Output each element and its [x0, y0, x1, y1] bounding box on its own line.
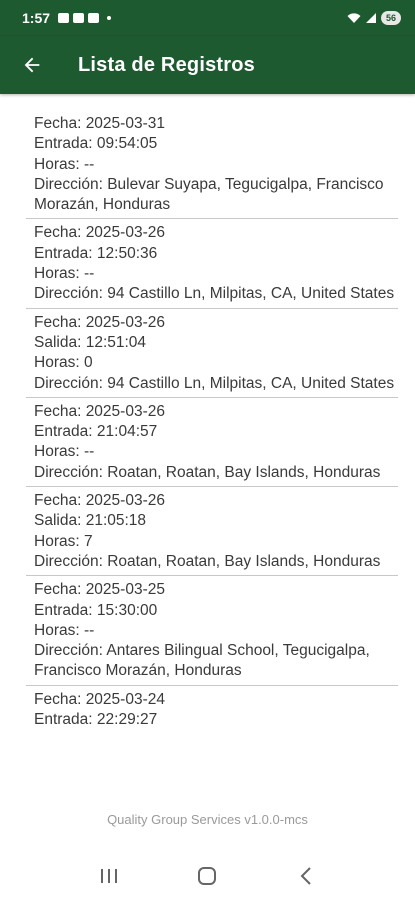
record-event: Entrada: 12:50:36: [34, 244, 158, 262]
record-list[interactable]: Fecha: 2025-03-31 Entrada: 09:54:05 Hora…: [26, 110, 398, 733]
chevron-left-icon: [300, 867, 311, 885]
nav-home-button[interactable]: [187, 856, 227, 896]
recents-icon: [101, 869, 118, 883]
record-date: Fecha: 2025-03-26: [34, 402, 165, 420]
record-hours: Horas: --: [34, 621, 95, 639]
record-event: Entrada: 22:29:27: [34, 711, 158, 729]
page-title: Lista de Registros: [78, 53, 255, 76]
status-bar: 1:57 56: [0, 0, 415, 36]
nav-back-button[interactable]: [286, 856, 326, 896]
record-event: Entrada: 21:04:57: [34, 423, 158, 441]
signal-icon: [365, 13, 376, 23]
list-item[interactable]: Fecha: 2025-03-26 Salida: 12:51:04 Horas…: [26, 309, 398, 398]
record-address: Dirección: 94 Castillo Ln, Milpitas, CA,…: [34, 285, 395, 303]
more-notifications-icon: [107, 16, 112, 20]
back-button[interactable]: [12, 45, 52, 85]
record-date: Fecha: 2025-03-24: [34, 690, 165, 708]
record-date: Fecha: 2025-03-26: [34, 224, 165, 242]
status-time: 1:57: [22, 10, 51, 26]
app-bar: Lista de Registros: [0, 36, 415, 94]
record-date: Fecha: 2025-03-31: [34, 115, 165, 132]
gmail-notification-icon: [73, 13, 85, 23]
app-notification-icon: [88, 13, 100, 23]
list-item[interactable]: Fecha: 2025-03-25 Entrada: 15:30:00 Hora…: [26, 576, 398, 686]
list-item[interactable]: Fecha: 2025-03-26 Entrada: 12:50:36 Hora…: [26, 219, 398, 309]
record-date: Fecha: 2025-03-26: [34, 492, 165, 510]
arrow-left-icon: [24, 57, 40, 73]
record-event: Salida: 21:05:18: [34, 512, 147, 530]
status-indicators: 56: [347, 11, 401, 25]
record-address: Dirección: Roatan, Roatan, Bay Islands, …: [34, 463, 381, 481]
app-version-footer: Quality Group Services v1.0.0-mcs: [107, 812, 308, 827]
record-event: Salida: 12:51:04: [34, 333, 147, 351]
record-address: Dirección: Antares Bilingual School, Teg…: [34, 642, 370, 680]
record-date: Fecha: 2025-03-26: [34, 313, 165, 331]
record-address: Dirección: 94 Castillo Ln, Milpitas, CA,…: [34, 374, 395, 392]
system-nav-bar: [0, 852, 415, 900]
home-icon: [198, 867, 217, 885]
notification-icons: [58, 13, 112, 23]
record-hours: Horas: --: [34, 443, 95, 461]
record-hours: Horas: 7: [34, 532, 93, 550]
phone-screen: 1:57 56 Lista de Registros Fecha: 2025-0…: [0, 0, 415, 900]
list-item[interactable]: Fecha: 2025-03-26 Salida: 21:05:18 Horas…: [26, 487, 398, 577]
record-event: Entrada: 09:54:05: [34, 135, 158, 153]
nav-recents-button[interactable]: [89, 856, 129, 896]
wifi-icon: [347, 12, 361, 23]
list-item[interactable]: Fecha: 2025-03-31 Entrada: 09:54:05 Hora…: [26, 110, 398, 220]
gallery-notification-icon: [58, 13, 70, 23]
record-address: Dirección: Roatan, Roatan, Bay Islands, …: [34, 552, 381, 570]
record-hours: Horas: --: [34, 265, 95, 283]
battery-indicator: 56: [380, 11, 401, 25]
record-address: Dirección: Bulevar Suyapa, Tegucigalpa, …: [34, 175, 384, 214]
record-event: Entrada: 15:30:00: [34, 601, 158, 619]
list-item[interactable]: Fecha: 2025-03-26 Entrada: 21:04:57 Hora…: [26, 398, 398, 488]
record-date: Fecha: 2025-03-25: [34, 581, 165, 599]
record-hours: Horas: --: [34, 155, 95, 173]
record-hours: Horas: 0: [34, 354, 93, 372]
list-item[interactable]: Fecha: 2025-03-24 Entrada: 22:29:27: [26, 686, 398, 734]
